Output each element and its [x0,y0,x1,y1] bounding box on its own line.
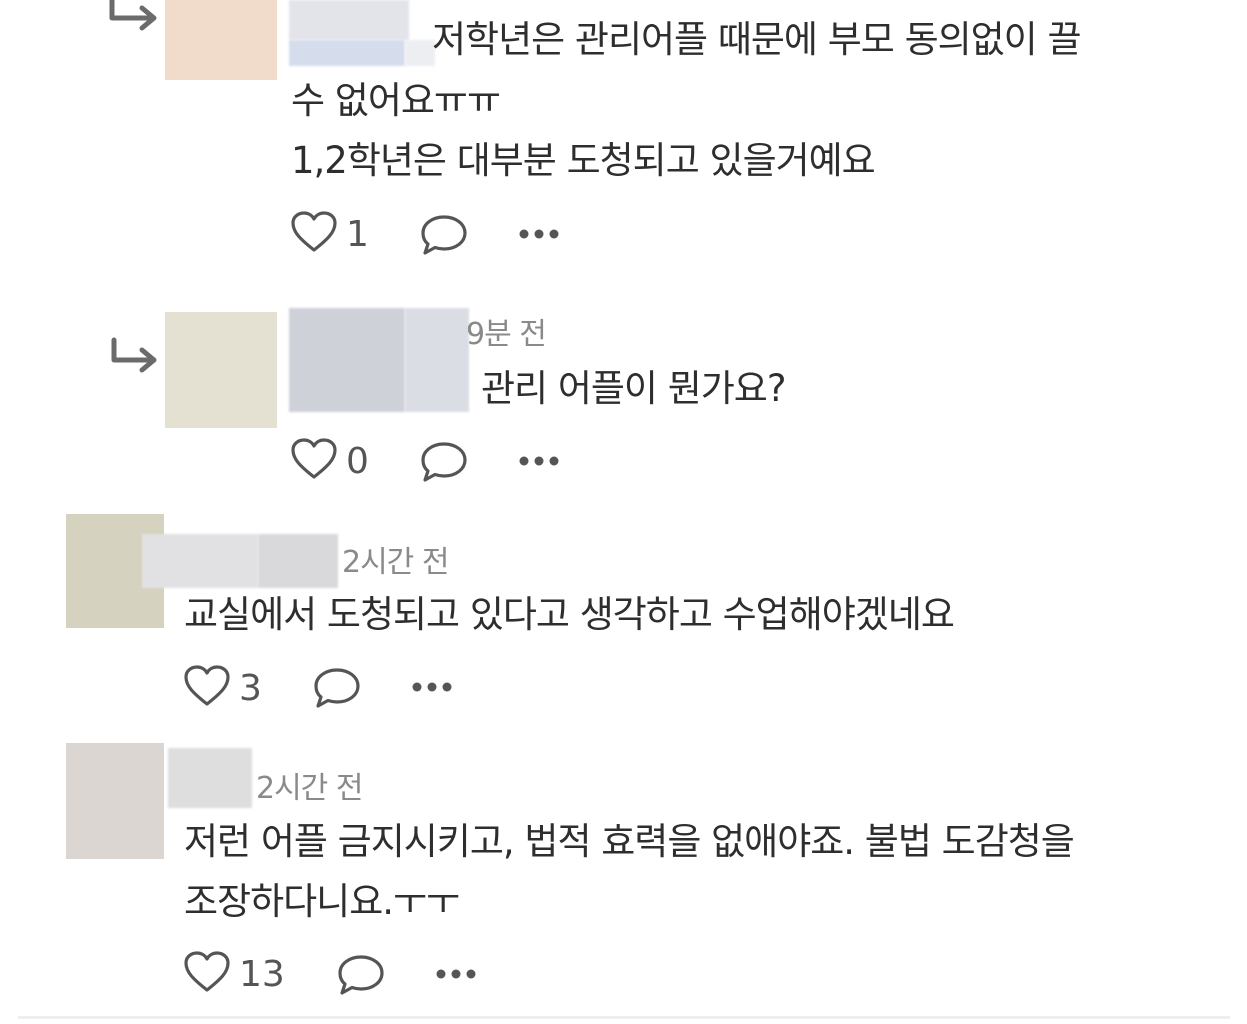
heart-icon [183,950,231,998]
like-count: 13 [239,953,285,995]
comment-text: 관리 어플이 뭔가요? [481,367,786,410]
username-redacted[interactable] [142,534,258,588]
avatar[interactable] [66,743,164,859]
comment-text: 교실에서 도청되고 있다고 생각하고 수업해야겠네요 [184,593,955,636]
comment-actions: 3 [183,664,262,712]
reply-button[interactable] [418,439,470,489]
like-count: 0 [346,440,369,482]
more-options-button[interactable] [518,453,560,473]
heart-icon [183,664,231,712]
comment-time: 2시간 전 [256,771,363,806]
like-button[interactable]: 0 [290,437,369,485]
like-count: 3 [239,667,262,709]
comment-text: 저런 어플 금지시키고, 법적 효력을 없애야죠. 불법 도감청을 [184,820,1075,863]
comment-text: 수 없어요ㅠㅠ [291,79,501,122]
reply-button[interactable] [311,665,363,715]
username-redacted [405,308,469,412]
more-dots-icon [435,966,477,986]
like-button[interactable]: 3 [183,664,262,712]
avatar[interactable] [165,312,277,428]
heart-icon [290,210,338,258]
speech-bubble-icon [418,212,470,262]
username-redacted [289,40,405,66]
username-redacted[interactable] [168,748,252,808]
like-count: 1 [346,213,369,255]
username-redacted[interactable] [289,0,409,40]
username-redacted[interactable] [289,308,405,412]
comment-actions: 0 [290,437,369,485]
comment-thread: 저학년은 관리어플 때문에 부모 동의없이 끌 수 없어요ㅠㅠ 1,2학년은 대… [0,0,1247,1024]
username-redacted [405,40,435,66]
like-button[interactable]: 1 [290,210,369,258]
comment-text: 저학년은 관리어플 때문에 부모 동의없이 끌 [432,18,1082,61]
comment-actions: 1 [290,210,369,258]
username-redacted [258,534,338,588]
comment-text: 조장하다니요.ㅜㅜ [184,880,460,923]
comment-time: 9분 전 [466,317,547,352]
reply-button[interactable] [335,952,387,1002]
speech-bubble-icon [311,665,363,715]
speech-bubble-icon [335,952,387,1002]
more-dots-icon [518,226,560,246]
more-options-button[interactable] [435,966,477,986]
more-options-button[interactable] [518,226,560,246]
avatar[interactable] [165,0,277,80]
reply-arrow-icon [108,0,162,34]
comment-text: 1,2학년은 대부분 도청되고 있을거예요 [291,139,876,182]
comment-time: 2시간 전 [342,545,449,580]
heart-icon [290,437,338,485]
more-dots-icon [411,679,453,699]
more-dots-icon [518,453,560,473]
reply-arrow-icon [108,336,162,376]
like-button[interactable]: 13 [183,950,285,998]
more-options-button[interactable] [411,679,453,699]
divider [18,1016,1230,1019]
speech-bubble-icon [418,439,470,489]
reply-button[interactable] [418,212,470,262]
comment-actions: 13 [183,950,285,998]
